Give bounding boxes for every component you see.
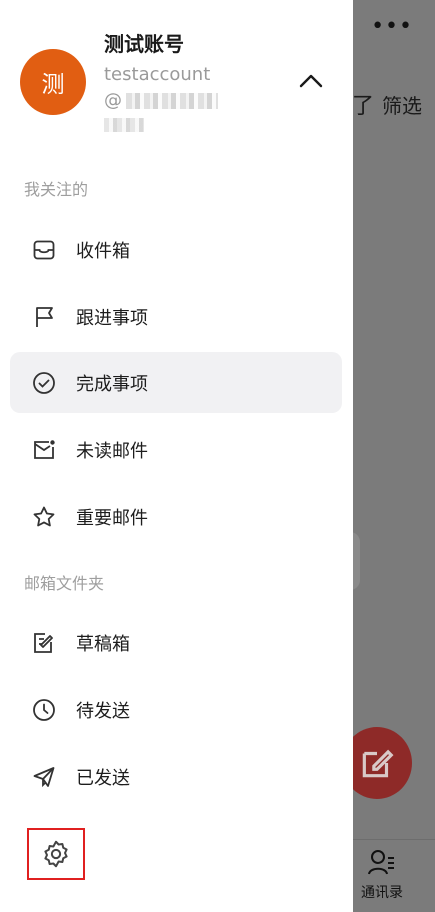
collapse-account-button[interactable] <box>296 66 326 96</box>
account-name: 测试账号 <box>104 32 184 56</box>
settings-button[interactable] <box>27 828 85 880</box>
compose-icon <box>362 749 394 778</box>
more-menu-button[interactable]: ••• <box>371 14 413 39</box>
menu-item-drafts[interactable]: 草稿箱 <box>10 612 342 673</box>
flag-icon <box>32 305 56 329</box>
redacted-email <box>126 92 218 109</box>
menu-item-follow-up[interactable]: 跟进事项 <box>10 286 342 347</box>
menu-item-label: 完成事项 <box>76 373 148 395</box>
menu-item-important[interactable]: 重要邮件 <box>10 486 342 547</box>
avatar[interactable]: 测 <box>20 49 86 115</box>
check-circle-icon <box>32 371 56 395</box>
menu-item-label: 收件箱 <box>76 240 130 262</box>
draft-icon <box>32 631 56 655</box>
chevron-up-icon <box>299 74 323 88</box>
menu-item-label: 未读邮件 <box>76 440 148 462</box>
menu-item-label: 待发送 <box>76 700 130 722</box>
menu-item-unread[interactable]: 未读邮件 <box>10 419 342 480</box>
account-username: testaccount <box>104 64 211 85</box>
menu-item-sent[interactable]: 已发送 <box>10 746 342 807</box>
filter-label: 筛选 <box>382 93 423 118</box>
menu-item-label: 重要邮件 <box>76 507 148 529</box>
side-drawer: 测 测试账号 testaccount @ 我关注的 收件箱 跟进事项 完成事项 <box>0 0 353 912</box>
contacts-icon <box>368 850 394 875</box>
section-following-label: 我关注的 <box>24 180 89 199</box>
filter-button[interactable]: 了 筛选 <box>352 88 422 120</box>
gear-icon <box>44 840 68 868</box>
bottom-nav-divider <box>353 839 435 840</box>
menu-item-completed[interactable]: 完成事项 <box>10 352 342 413</box>
menu-item-label: 草稿箱 <box>76 633 130 655</box>
account-email: @ <box>104 90 218 111</box>
unread-mail-icon <box>32 438 56 462</box>
clock-icon <box>32 698 56 722</box>
star-icon <box>32 505 56 529</box>
account-email-prefix: @ <box>104 90 122 111</box>
section-folders-label: 邮箱文件夹 <box>24 574 105 593</box>
menu-item-label: 跟进事项 <box>76 307 148 329</box>
tab-contacts-label: 通讯录 <box>361 885 403 901</box>
tab-contacts[interactable]: 通讯录 <box>352 848 412 902</box>
filter-icon: 了 <box>352 94 375 119</box>
menu-item-inbox[interactable]: 收件箱 <box>10 219 342 280</box>
inbox-icon <box>32 238 56 262</box>
send-icon <box>32 765 56 789</box>
menu-item-pending[interactable]: 待发送 <box>10 679 342 740</box>
menu-item-label: 已发送 <box>76 767 130 789</box>
redacted-email-tail <box>104 118 144 132</box>
